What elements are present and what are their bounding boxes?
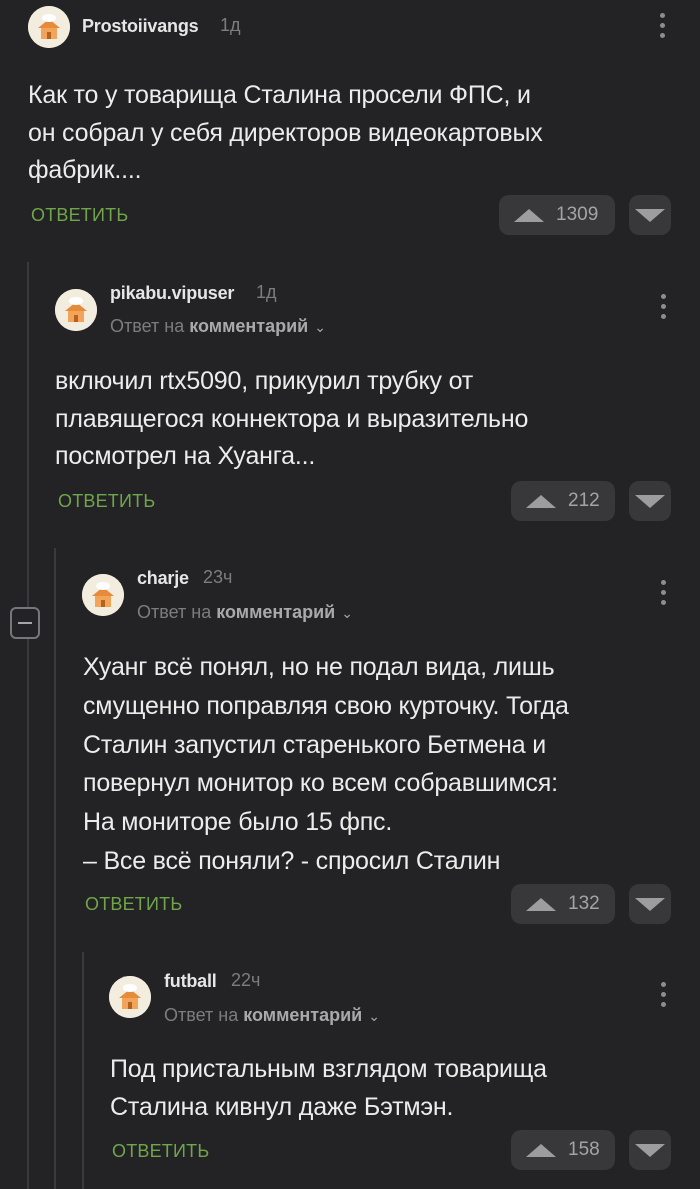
upvote-button[interactable]: 132 bbox=[511, 884, 615, 924]
upvote-button[interactable]: 212 bbox=[511, 481, 615, 521]
timestamp: 1д bbox=[220, 15, 241, 35]
comment-text: Под пристальным взглядом товарища Сталина… bbox=[110, 1055, 547, 1121]
upvote-arrow-icon bbox=[526, 1143, 556, 1157]
thread-line-1 bbox=[27, 262, 29, 1189]
reply-to-link[interactable]: Ответ на комментарий ⌄ bbox=[164, 1005, 380, 1026]
downvote-button[interactable] bbox=[629, 195, 671, 235]
upvote-arrow-icon bbox=[526, 494, 556, 508]
username[interactable]: futball bbox=[164, 971, 217, 992]
chevron-down-icon: ⌄ bbox=[368, 1008, 380, 1024]
upvote-button[interactable]: 1309 bbox=[499, 195, 615, 235]
timestamp: 1д bbox=[256, 282, 277, 302]
upvote-arrow-icon bbox=[526, 897, 556, 911]
kebab-menu-icon[interactable] bbox=[661, 580, 667, 606]
reply-to-link[interactable]: Ответ на комментарий ⌄ bbox=[137, 602, 353, 623]
kebab-menu-icon[interactable] bbox=[660, 13, 666, 39]
downvote-button[interactable] bbox=[629, 1130, 671, 1170]
collapse-thread-button[interactable] bbox=[10, 607, 40, 639]
avatar[interactable] bbox=[28, 6, 70, 48]
avatar[interactable] bbox=[82, 574, 124, 616]
username[interactable]: charje bbox=[137, 568, 189, 589]
kebab-menu-icon[interactable] bbox=[661, 294, 667, 320]
reply-button[interactable]: ОТВЕТИТЬ bbox=[112, 1141, 209, 1162]
avatar[interactable] bbox=[109, 976, 151, 1018]
timestamp: 22ч bbox=[231, 970, 261, 990]
rating-count: 132 bbox=[568, 893, 600, 914]
rating-count: 1309 bbox=[556, 204, 599, 225]
username[interactable]: Prostoiivangs bbox=[82, 16, 199, 37]
username[interactable]: pikabu.vipuser bbox=[110, 283, 234, 304]
comment-text: Хуанг всё понял, но не подал вида, лишь с… bbox=[83, 653, 569, 875]
comment-text: включил rtx5090, прикурил трубку от плавя… bbox=[55, 367, 529, 470]
reply-button[interactable]: ОТВЕТИТЬ bbox=[58, 491, 155, 512]
reply-button[interactable]: ОТВЕТИТЬ bbox=[85, 894, 182, 915]
reply-button[interactable]: ОТВЕТИТЬ bbox=[31, 205, 128, 226]
comment-text: Как то у товарища Сталина просели ФПС, и… bbox=[28, 81, 543, 184]
upvote-arrow-icon bbox=[514, 208, 544, 222]
timestamp: 23ч bbox=[203, 567, 233, 587]
chevron-down-icon: ⌄ bbox=[341, 605, 353, 621]
thread-line-3 bbox=[82, 952, 84, 1189]
downvote-button[interactable] bbox=[629, 481, 671, 521]
avatar[interactable] bbox=[55, 289, 97, 331]
chevron-down-icon: ⌄ bbox=[314, 319, 326, 335]
reply-to-link[interactable]: Ответ на комментарий ⌄ bbox=[110, 316, 326, 337]
kebab-menu-icon[interactable] bbox=[661, 982, 667, 1008]
rating-count: 212 bbox=[568, 490, 600, 511]
upvote-button[interactable]: 158 bbox=[511, 1130, 615, 1170]
downvote-button[interactable] bbox=[629, 884, 671, 924]
thread-line-2 bbox=[54, 548, 56, 1189]
rating-count: 158 bbox=[568, 1139, 600, 1160]
